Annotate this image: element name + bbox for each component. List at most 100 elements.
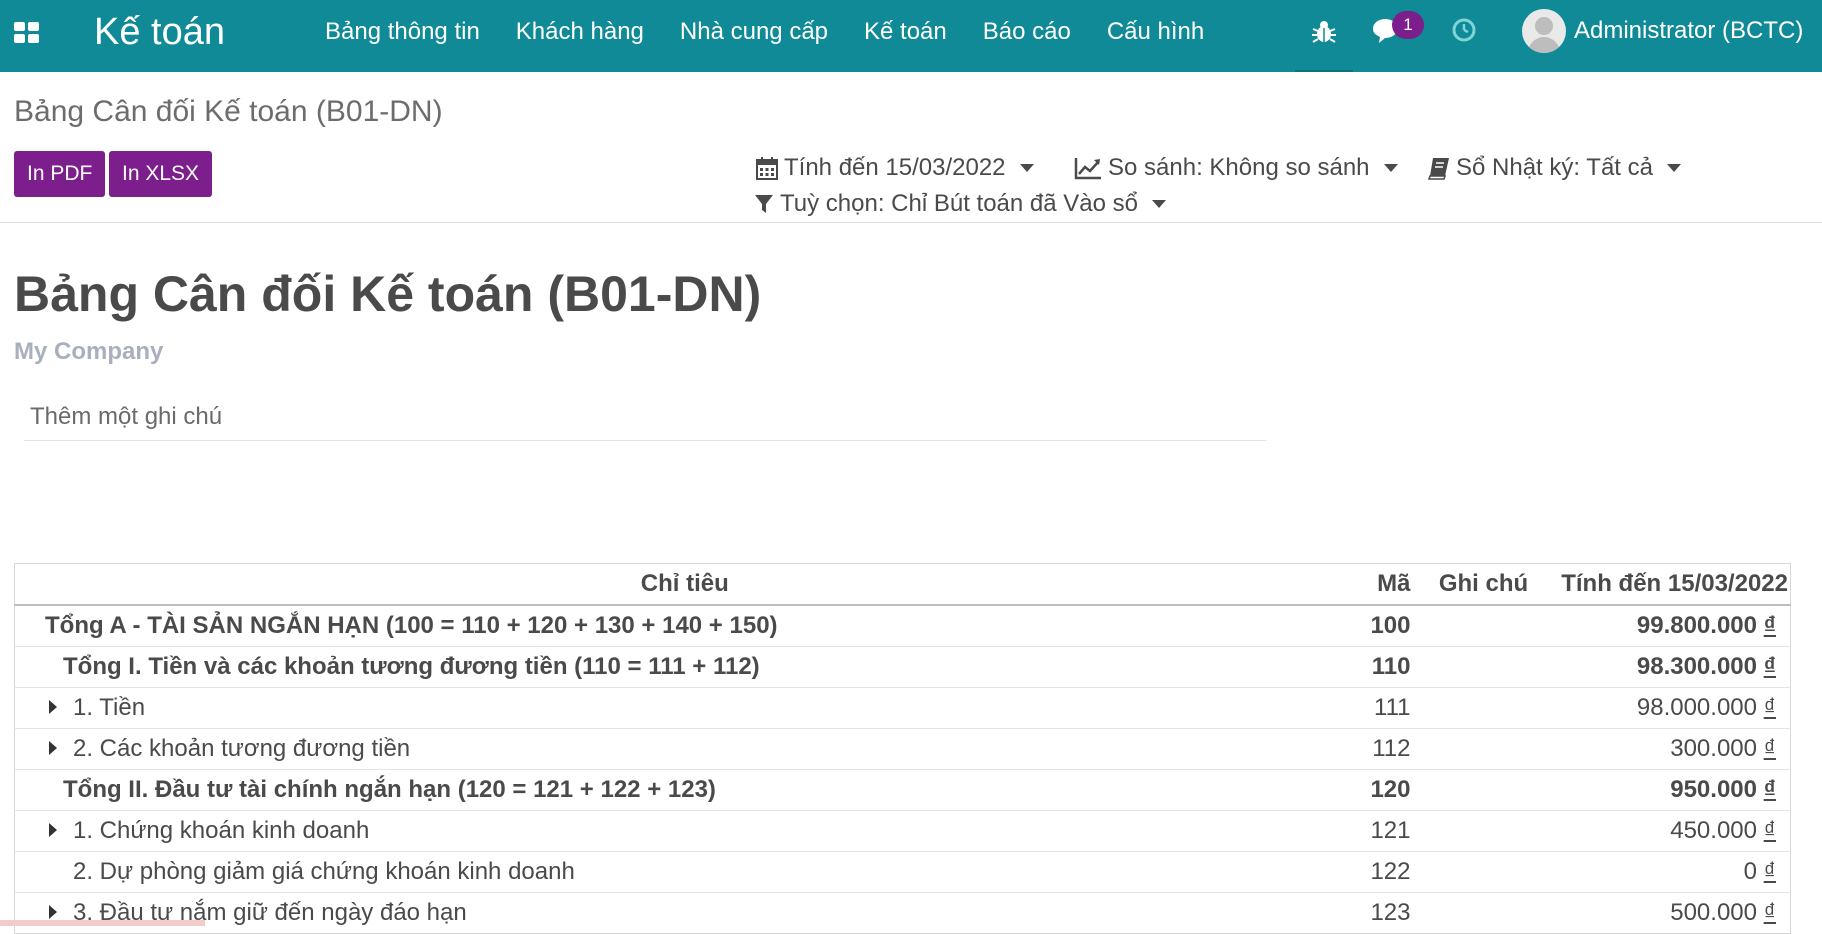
options-filter-label: Tuỳ chọn: Chỉ Bút toán đã Vào sổ xyxy=(780,190,1138,217)
row-code: 123 xyxy=(1354,892,1429,934)
calendar-icon xyxy=(756,157,778,180)
currency-symbol: ₫ xyxy=(1763,817,1776,844)
col-header-amount: Tính đến 15/03/2022 xyxy=(1538,563,1791,606)
row-indicator-cell: 2. Dự phòng giảm giá chứng khoán kinh do… xyxy=(14,851,1355,893)
row-amount: 300.000 xyxy=(1670,735,1757,762)
col-header-indicator: Chỉ tiêu xyxy=(14,563,1355,606)
row-label: Tổng II. Đầu tư tài chính ngắn hạn (120 … xyxy=(63,776,716,803)
row-amount: 98.300.000 xyxy=(1636,653,1757,680)
row-label: 2. Dự phòng giảm giá chứng khoán kinh do… xyxy=(73,858,575,885)
print-pdf-button[interactable]: In PDF xyxy=(14,151,106,197)
currency-symbol: ₫ xyxy=(1763,653,1776,680)
row-amount-cell[interactable]: 98.300.000 ₫ xyxy=(1538,646,1791,688)
control-panel: Bảng Cân đối Kế toán (B01-DN) In PDF In … xyxy=(0,72,1822,223)
row-amount: 950.000 xyxy=(1670,776,1757,803)
caret-right-icon[interactable] xyxy=(49,740,57,755)
table-body: Tổng A - TÀI SẢN NGẮN HẠN (100 = 110 + 1… xyxy=(14,604,1791,934)
menu-item-vendors[interactable]: Nhà cung cấp xyxy=(662,0,846,72)
currency-symbol: ₫ xyxy=(1763,612,1776,639)
row-note xyxy=(1428,810,1539,852)
row-indicator-cell: Tổng II. Đầu tư tài chính ngắn hạn (120 … xyxy=(14,769,1355,811)
col-header-code: Mã xyxy=(1354,563,1429,606)
row-code: 122 xyxy=(1354,851,1429,893)
row-label: Tổng A - TÀI SẢN NGẮN HẠN (100 = 110 + 1… xyxy=(45,612,778,639)
caret-right-icon[interactable] xyxy=(49,904,57,919)
row-indicator-cell: 3. Đầu tư nắm giữ đến ngày đáo hạn xyxy=(14,892,1355,934)
report-title: Bảng Cân đối Kế toán (B01-DN) xyxy=(14,266,762,322)
table-row[interactable]: 1. Tiền 111 98.000.000 ₫ xyxy=(14,687,1791,729)
menu-item-accounting[interactable]: Kế toán xyxy=(846,0,965,72)
currency-symbol: ₫ xyxy=(1763,776,1776,803)
company-name: My Company xyxy=(14,338,164,365)
row-amount: 450.000 xyxy=(1670,817,1757,844)
table-row[interactable]: 2. Dự phòng giảm giá chứng khoán kinh do… xyxy=(14,851,1791,893)
top-navbar: Kế toán Bảng thông tin Khách hàng Nhà cu… xyxy=(0,0,1822,72)
row-code: 121 xyxy=(1354,810,1429,852)
row-code: 100 xyxy=(1354,604,1429,647)
caret-right-icon[interactable] xyxy=(49,822,57,837)
caret-right-icon[interactable] xyxy=(49,699,57,714)
breadcrumb: Bảng Cân đối Kế toán (B01-DN) xyxy=(14,95,443,128)
table-row[interactable]: 3. Đầu tư nắm giữ đến ngày đáo hạn 123 500… xyxy=(14,892,1791,934)
messages-badge: 1 xyxy=(1392,11,1424,39)
caret-down-icon xyxy=(1152,200,1166,208)
row-amount: 99.800.000 xyxy=(1636,612,1757,639)
row-amount-cell[interactable]: 950.000 ₫ xyxy=(1538,769,1791,811)
comparison-filter-label: So sánh: Không so sánh xyxy=(1108,154,1370,181)
avatar[interactable] xyxy=(1522,9,1566,53)
row-note xyxy=(1428,646,1539,688)
table-header-row: Chỉ tiêu Mã Ghi chú Tính đến 15/03/2022 xyxy=(14,563,1791,606)
table-row[interactable]: Tổng II. Đầu tư tài chính ngắn hạn (120 … xyxy=(14,769,1791,811)
clock-icon[interactable] xyxy=(1450,16,1478,44)
comparison-filter[interactable]: So sánh: Không so sánh xyxy=(1074,152,1398,184)
table-row[interactable]: Tổng I. Tiền và các khoản tương đương ti… xyxy=(14,646,1791,688)
line-chart-icon xyxy=(1074,158,1101,180)
currency-symbol: ₫ xyxy=(1763,899,1776,926)
menu-item-dashboard[interactable]: Bảng thông tin xyxy=(325,0,498,72)
row-indicator-cell: 1. Chứng khoán kinh doanh xyxy=(14,810,1355,852)
row-indicator-cell: Tổng I. Tiền và các khoản tương đương ti… xyxy=(14,646,1355,688)
table-row[interactable]: Tổng A - TÀI SẢN NGẮN HẠN (100 = 110 + 1… xyxy=(14,604,1791,647)
menu-item-customers[interactable]: Khách hàng xyxy=(498,0,662,72)
row-amount: 0 xyxy=(1743,858,1757,885)
row-amount: 98.000.000 xyxy=(1636,694,1757,721)
row-amount-cell[interactable]: 450.000 ₫ xyxy=(1538,810,1791,852)
table-row[interactable]: 2. Các khoản tương đương tiền 112 300.000 … xyxy=(14,728,1791,770)
app-brand[interactable]: Kế toán xyxy=(94,8,225,56)
journal-filter[interactable]: Sổ Nhật ký: Tất cả xyxy=(1428,152,1681,184)
user-menu[interactable]: Administrator (BCTC) xyxy=(1574,13,1803,49)
row-note xyxy=(1428,769,1539,811)
currency-symbol: ₫ xyxy=(1763,858,1776,885)
col-header-note: Ghi chú xyxy=(1428,563,1539,606)
caret-down-icon xyxy=(1019,164,1034,172)
row-note xyxy=(1428,728,1539,770)
print-xlsx-button[interactable]: In XLSX xyxy=(109,151,213,197)
menu-item-configuration[interactable]: Cấu hình xyxy=(1089,0,1222,72)
row-note xyxy=(1428,604,1539,647)
row-amount-cell[interactable]: 0 ₫ xyxy=(1538,851,1791,893)
menu-item-reporting[interactable]: Báo cáo xyxy=(965,0,1089,72)
row-amount-cell[interactable]: 500.000 ₫ xyxy=(1538,892,1791,934)
row-code: 111 xyxy=(1354,687,1429,729)
apps-icon[interactable] xyxy=(14,20,40,46)
main-menu: Bảng thông tin Khách hàng Nhà cung cấp K… xyxy=(325,0,1222,72)
caret-down-icon xyxy=(1383,164,1398,172)
date-filter[interactable]: Tính đến 15/03/2022 xyxy=(756,152,1034,184)
table-row[interactable]: 1. Chứng khoán kinh doanh 121 450.000 ₫ xyxy=(14,810,1791,852)
row-indicator-cell: 2. Các khoản tương đương tiền xyxy=(14,728,1355,770)
filter-icon xyxy=(755,195,773,213)
row-amount: 500.000 xyxy=(1670,899,1757,926)
row-amount-cell[interactable]: 300.000 ₫ xyxy=(1538,728,1791,770)
bug-icon[interactable] xyxy=(1310,18,1338,46)
currency-symbol: ₫ xyxy=(1763,735,1776,762)
row-note xyxy=(1428,892,1539,934)
row-label: 2. Các khoản tương đương tiền xyxy=(73,735,411,762)
add-note-field[interactable]: Thêm một ghi chú xyxy=(24,398,1266,441)
row-label: 1. Tiền xyxy=(73,694,146,721)
row-indicator-cell: 1. Tiền xyxy=(14,687,1355,729)
row-amount-cell[interactable]: 99.800.000 ₫ xyxy=(1538,604,1791,647)
row-amount-cell[interactable]: 98.000.000 ₫ xyxy=(1538,687,1791,729)
currency-symbol: ₫ xyxy=(1763,694,1776,721)
row-label: 1. Chứng khoán kinh doanh xyxy=(73,817,370,844)
options-filter[interactable]: Tuỳ chọn: Chỉ Bút toán đã Vào sổ xyxy=(754,188,1166,220)
